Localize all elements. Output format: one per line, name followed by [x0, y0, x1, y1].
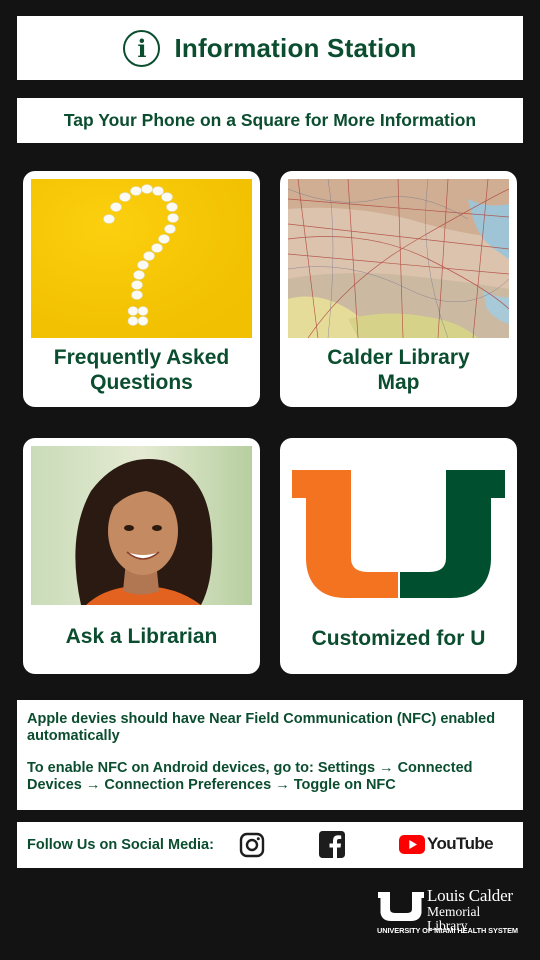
youtube-wordmark: YouTube — [427, 834, 494, 853]
info-icon: i — [123, 29, 161, 67]
library-logo: Louis Calder Memorial Library UNIVERSITY… — [377, 886, 522, 940]
logo-name-line1: Louis Calder — [427, 886, 513, 905]
instagram-icon[interactable] — [239, 832, 265, 863]
instruction-banner: Tap Your Phone on a Square for More Info… — [17, 98, 523, 143]
tile-library-map[interactable]: Calder Library Map — [280, 171, 517, 407]
u-logo-small — [378, 892, 424, 921]
tile-faq[interactable]: Frequently Asked Questions — [23, 171, 260, 407]
social-media-bar: Follow Us on Social Media: YouTube — [17, 822, 523, 868]
header-banner: i Information Station — [17, 16, 523, 80]
nfc-apple-text: Apple devies should have Near Field Comm… — [27, 711, 496, 744]
social-label: Follow Us on Social Media: — [27, 837, 214, 853]
tile-ask-librarian[interactable]: Ask a Librarian — [23, 438, 260, 674]
page-title: Information Station — [174, 32, 417, 63]
tile-faq-label-line1: Frequently Asked — [53, 346, 230, 369]
youtube-icon[interactable]: YouTube — [399, 834, 494, 854]
facebook-icon[interactable] — [319, 831, 345, 863]
librarian-photo — [31, 446, 252, 605]
nfc-android-text: To enable NFC on Android devices, go to:… — [27, 760, 473, 793]
tile-faq-label-line2: Questions — [90, 371, 193, 394]
tile-faq-label: Frequently Asked Questions — [23, 345, 260, 395]
tile-map-label-line2: Map — [377, 371, 420, 394]
tile-customized-for-u[interactable]: Customized for U — [280, 438, 517, 674]
map-image — [288, 179, 509, 338]
tile-librarian-label: Ask a Librarian — [65, 625, 218, 648]
tile-u-label: Customized for U — [311, 627, 486, 650]
instruction-text: Tap Your Phone on a Square for More Info… — [63, 110, 477, 130]
logo-system-text: UNIVERSITY OF MIAMI HEALTH SYSTEM — [377, 926, 518, 935]
tile-map-label-line1: Calder Library — [327, 346, 470, 369]
question-mark-pills-image — [31, 179, 252, 338]
tile-map-label: Calder Library Map — [280, 345, 517, 395]
nfc-info-panel: Apple devies should have Near Field Comm… — [17, 700, 523, 810]
u-logo — [288, 460, 509, 600]
